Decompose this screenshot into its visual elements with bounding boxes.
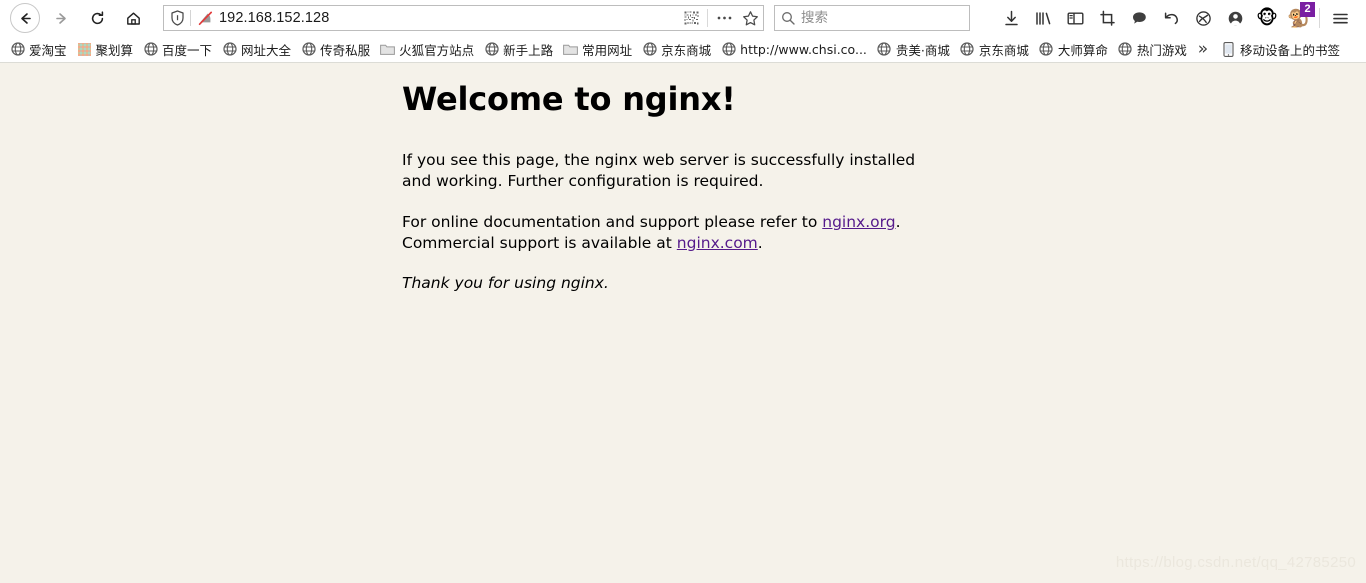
search-input[interactable] (801, 10, 972, 26)
bookmark-folder[interactable]: 常用网址 (558, 38, 637, 60)
bookmark-item[interactable]: 热门游戏 (1113, 38, 1192, 60)
commercial-text-a: Commercial support is available at (402, 233, 677, 252)
bookmark-label: 京东商城 (661, 42, 712, 58)
bookmark-label: 常用网址 (582, 42, 633, 58)
qr-code-icon[interactable] (678, 6, 704, 30)
hamburger-menu-icon[interactable] (1324, 3, 1356, 33)
search-bar[interactable] (774, 5, 972, 31)
library-icon[interactable] (1027, 3, 1059, 33)
globe-icon (960, 42, 975, 57)
globe-icon (10, 42, 25, 57)
bookmark-label: 火狐官方站点 (399, 42, 475, 58)
documentation-paragraph: For online documentation and support ple… (402, 212, 922, 253)
home-button[interactable] (118, 3, 148, 33)
browser-chrome: 192.168.152.128 搜索 🐵 🐒 2 爱淘宝 聚划算 百度一下 网址… (0, 0, 1366, 63)
bookmark-item[interactable]: 京东商城 (637, 38, 716, 60)
mobile-bookmarks-folder[interactable]: 移动设备上的书签 (1216, 38, 1345, 60)
bookmark-label: 贵美·商城 (895, 42, 950, 58)
bookmark-item[interactable]: 聚划算 (72, 38, 139, 60)
toolbar-divider (1319, 8, 1320, 28)
page-title: Welcome to nginx! (402, 80, 736, 118)
address-bar-right-divider (707, 9, 708, 27)
reload-button[interactable] (82, 3, 112, 33)
bookmark-item[interactable]: 传奇私服 (296, 38, 375, 60)
commercial-text-b: . (757, 233, 763, 252)
docs-text-a: For online documentation and support ple… (402, 213, 823, 231)
nginx-welcome-document: Welcome to nginx! If you see this page, … (402, 79, 922, 294)
undo-icon[interactable] (1155, 3, 1187, 33)
folder-icon (563, 42, 579, 57)
address-bar[interactable]: 192.168.152.128 (163, 5, 764, 31)
bookmark-label: 大师算命 (1057, 42, 1108, 58)
account-icon[interactable] (1219, 3, 1251, 33)
bookmark-label: 传奇私服 (320, 42, 371, 58)
bookmark-item[interactable]: 百度一下 (138, 38, 217, 60)
docs-text-b: . (895, 213, 901, 231)
bookmark-item[interactable]: 网址大全 (217, 38, 296, 60)
intro-paragraph: If you see this page, the nginx web serv… (402, 150, 922, 191)
nginx-org-link[interactable]: nginx.org (822, 213, 895, 231)
bookmark-item[interactable]: 京东商城 (955, 38, 1034, 60)
extension-badge-count: 2 (1300, 2, 1315, 17)
sidebar-icon[interactable] (1059, 3, 1091, 33)
page-actions-ellipsis-icon[interactable] (711, 6, 737, 30)
globe-icon (484, 42, 499, 57)
bookmark-item[interactable]: 新手上路 (479, 38, 558, 60)
thank-you-paragraph: Thank you for using nginx. (402, 274, 609, 292)
globe-icon (1118, 42, 1133, 57)
globe-icon (301, 42, 316, 57)
bookmarks-bar: 爱淘宝 聚划算 百度一下 网址大全 传奇私服 火狐官方站点 新手上路 常用网址 … (0, 36, 1366, 63)
bookmark-label: 新手上路 (503, 42, 554, 58)
screenshot-icon[interactable] (1091, 3, 1123, 33)
pocket-icon[interactable] (1123, 3, 1155, 33)
bookmark-label: 爱淘宝 (29, 42, 67, 58)
nginx-com-link[interactable]: nginx.com (677, 234, 758, 252)
globe-icon (143, 42, 158, 57)
monkey-extension-icon-2[interactable]: 🐒 2 (1283, 2, 1315, 33)
navigation-toolbar: 192.168.152.128 搜索 🐵 🐒 2 (0, 0, 1366, 36)
bookmark-label: 热门游戏 (1136, 42, 1187, 58)
search-icon (775, 11, 801, 25)
bookmark-label: 百度一下 (162, 42, 213, 58)
mobile-device-icon (1221, 41, 1236, 57)
globe-icon (222, 42, 237, 57)
bookmark-label: 移动设备上的书签 (1239, 42, 1340, 58)
bookmark-folder[interactable]: 火狐官方站点 (375, 38, 479, 60)
toolbar-right-icons: 🐵 🐒 2 (995, 2, 1358, 33)
colorful-favicon (77, 42, 92, 57)
globe-icon (1039, 42, 1054, 57)
globe-icon (642, 42, 657, 57)
forward-button[interactable] (46, 3, 76, 33)
bookmark-label: 聚划算 (95, 42, 134, 58)
bookmark-item[interactable]: http://www.chsi.co... (716, 38, 872, 60)
globe-icon (877, 42, 892, 57)
monkey-extension-icon[interactable]: 🐵 (1251, 3, 1283, 33)
address-bar-text[interactable]: 192.168.152.128 (219, 10, 678, 26)
intro-line-2: working. Further configuration is requir… (436, 171, 764, 190)
monkey-glyph: 🐵 (1256, 6, 1278, 29)
shield-icon[interactable] (164, 10, 190, 26)
star-icon[interactable] (737, 6, 763, 30)
bookmark-item[interactable]: 大师算命 (1034, 38, 1113, 60)
page-content-area: Welcome to nginx! If you see this page, … (0, 63, 1366, 581)
globe-icon (721, 42, 736, 57)
folder-icon (380, 42, 395, 57)
back-button[interactable] (10, 3, 40, 33)
watermark-text: https://blog.csdn.net/qq_42785250 (1115, 554, 1356, 571)
downloads-icon[interactable] (995, 3, 1027, 33)
bookmark-item[interactable]: 爱淘宝 (5, 38, 72, 60)
chevron-double-right-icon[interactable]: » (1192, 38, 1214, 60)
bookmark-label: http://www.chsi.co... (740, 41, 867, 57)
bookmark-label: 网址大全 (241, 42, 292, 58)
bookmark-item[interactable]: 贵美·商城 (872, 38, 955, 60)
bookmark-label: 京东商城 (978, 42, 1029, 58)
sync-icon[interactable] (1187, 3, 1219, 33)
tracking-protection-blocked-icon[interactable] (191, 10, 219, 27)
